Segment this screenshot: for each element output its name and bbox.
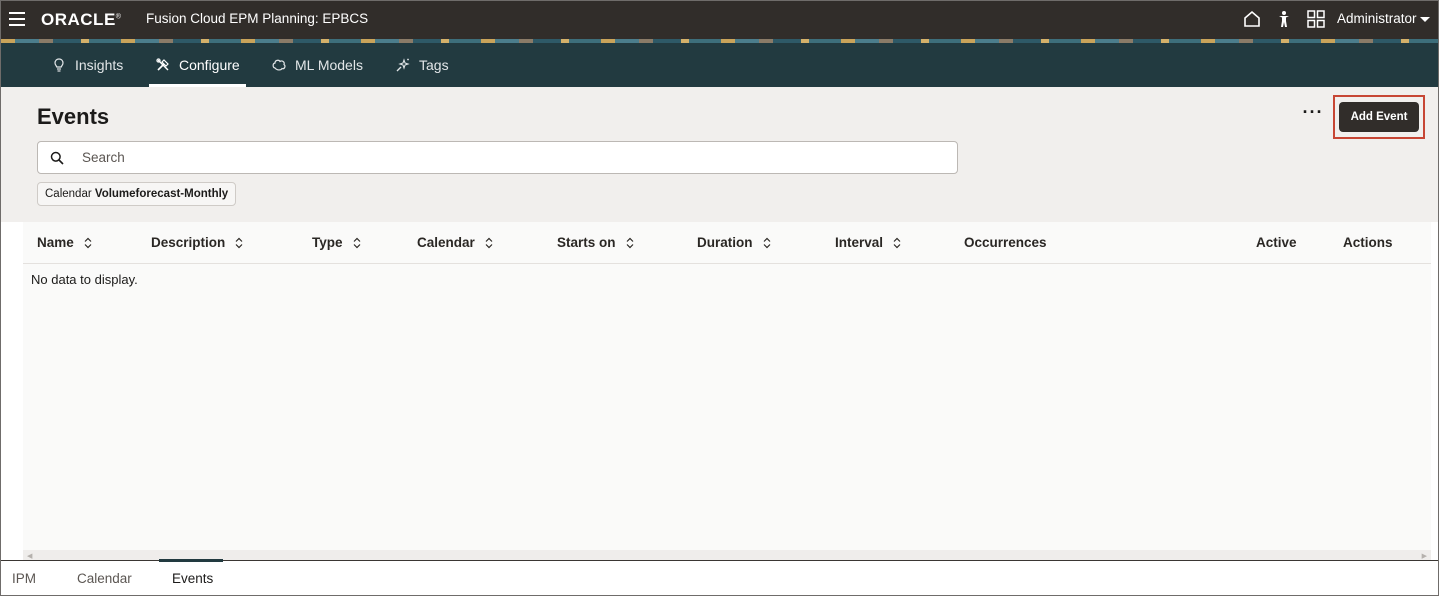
column-label: Starts on <box>557 235 616 250</box>
filter-label: Calendar <box>45 188 92 200</box>
column-header-duration[interactable]: Duration <box>697 235 771 250</box>
sort-icon[interactable] <box>485 237 493 249</box>
lightbulb-icon <box>54 58 64 72</box>
tools-icon <box>156 58 169 71</box>
sort-icon[interactable] <box>84 237 92 249</box>
search-input[interactable] <box>82 142 942 173</box>
column-header-calendar[interactable]: Calendar <box>417 235 493 250</box>
add-event-button[interactable]: Add Event <box>1339 102 1419 132</box>
column-label: Actions <box>1343 235 1393 250</box>
bottom-navigation: IPM Calendar Events <box>1 559 1438 595</box>
home-icon[interactable] <box>1242 9 1262 29</box>
search-icon <box>50 151 64 165</box>
tab-label: ML Models <box>295 57 363 73</box>
search-box <box>37 141 958 174</box>
scroll-left-icon[interactable]: ◀ <box>27 552 32 560</box>
main-tabbar: Insights Configure ML Models Tags <box>1 43 1438 87</box>
navigator-grid-icon[interactable] <box>1306 9 1326 29</box>
sort-icon[interactable] <box>353 237 361 249</box>
caret-down-icon <box>1419 16 1430 22</box>
bottom-tab-ipm[interactable]: IPM <box>12 571 36 586</box>
oracle-logo: ORACLE® <box>41 10 122 29</box>
brain-icon <box>272 59 286 71</box>
tab-label: Tags <box>419 57 449 73</box>
page-title: Events <box>37 104 110 129</box>
column-header-active: Active <box>1256 235 1297 250</box>
column-header-occurrences: Occurrences <box>964 235 1047 250</box>
sort-icon[interactable] <box>893 237 901 249</box>
events-table: Name Description Type Calendar Starts on… <box>23 222 1431 550</box>
scroll-right-icon[interactable]: ▶ <box>1422 552 1427 560</box>
column-header-description[interactable]: Description <box>151 235 243 250</box>
tab-label: Configure <box>179 57 240 73</box>
hamburger-menu-icon[interactable] <box>9 12 25 26</box>
filter-value: Volumeforecast-Monthly <box>94 188 229 200</box>
app-window: ORACLE® Fusion Cloud EPM Planning: EPBCS… <box>0 0 1439 596</box>
tab-tags[interactable]: Tags <box>389 43 455 87</box>
active-tab-indicator <box>159 559 223 562</box>
calendar-filter-chip[interactable]: Calendar Volumeforecast-Monthly <box>37 182 237 206</box>
horizontal-scrollbar[interactable]: ◀ ▶ <box>23 550 1431 560</box>
more-actions-button[interactable]: ··· <box>1299 103 1327 127</box>
column-header-interval[interactable]: Interval <box>835 235 901 250</box>
sparkle-tag-icon <box>396 58 410 72</box>
tab-label: Insights <box>75 57 124 73</box>
table-header: Name Description Type Calendar Starts on… <box>23 222 1431 264</box>
column-header-type[interactable]: Type <box>312 235 361 250</box>
column-label: Name <box>37 235 74 250</box>
user-name: Administrator <box>1337 11 1417 26</box>
global-header: ORACLE® Fusion Cloud EPM Planning: EPBCS… <box>1 1 1438 39</box>
column-label: Active <box>1256 235 1297 250</box>
app-title: Fusion Cloud EPM Planning: EPBCS <box>146 11 369 26</box>
column-header-starts-on[interactable]: Starts on <box>557 235 634 250</box>
user-menu[interactable]: Administrator <box>1337 11 1430 26</box>
column-label: Description <box>151 235 226 250</box>
column-label: Duration <box>697 235 753 250</box>
tab-ml-models[interactable]: ML Models <box>265 43 369 87</box>
tab-configure[interactable]: Configure <box>149 43 246 87</box>
column-label: Interval <box>835 235 884 250</box>
column-label: Occurrences <box>964 235 1047 250</box>
column-label: Calendar <box>417 235 475 250</box>
sort-icon[interactable] <box>626 237 634 249</box>
tab-insights[interactable]: Insights <box>45 43 129 87</box>
column-header-name[interactable]: Name <box>37 235 92 250</box>
column-label: Type <box>312 235 343 250</box>
bottom-tab-events[interactable]: Events <box>172 571 213 586</box>
column-header-actions: Actions <box>1343 235 1393 250</box>
sort-icon[interactable] <box>235 237 243 249</box>
empty-table-message: No data to display. <box>31 272 138 287</box>
sort-icon[interactable] <box>763 237 771 249</box>
accessibility-person-icon[interactable] <box>1274 9 1294 29</box>
bottom-tab-calendar[interactable]: Calendar <box>77 571 132 586</box>
